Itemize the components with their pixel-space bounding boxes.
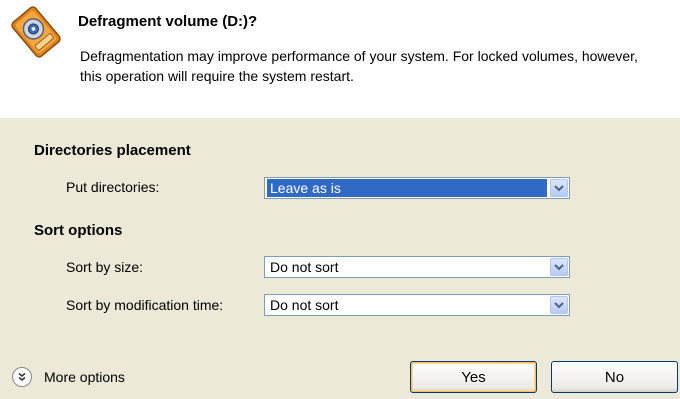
- put-directories-value: Leave as is: [267, 179, 547, 197]
- sort-by-size-value: Do not sort: [270, 259, 339, 275]
- yes-button[interactable]: Yes: [410, 361, 537, 393]
- more-options-toggle[interactable]: More options: [12, 364, 125, 390]
- sort-by-size-label: Sort by size:: [66, 259, 144, 275]
- put-directories-label: Put directories:: [66, 179, 160, 195]
- dialog-description: Defragmentation may improve performance …: [80, 48, 638, 84]
- dialog-title: Defragment volume (D:)?: [78, 13, 258, 30]
- sort-by-modification-time-label: Sort by modification time:: [66, 297, 224, 313]
- chevron-down-icon[interactable]: [550, 258, 568, 276]
- directories-placement-heading: Directories placement: [34, 142, 191, 159]
- defragment-disk-icon: [11, 6, 61, 58]
- sort-options-heading: Sort options: [34, 222, 123, 239]
- sort-by-modification-time-select[interactable]: Do not sort: [264, 294, 570, 316]
- sort-by-modification-time-value: Do not sort: [270, 297, 339, 313]
- chevron-double-down-icon[interactable]: [12, 367, 32, 387]
- chevron-down-icon[interactable]: [550, 296, 568, 314]
- put-directories-select[interactable]: Leave as is: [264, 177, 570, 199]
- chevron-down-icon[interactable]: [550, 179, 568, 197]
- no-button[interactable]: No: [551, 361, 678, 393]
- dialog-header: Defragment volume (D:)? Defragmentation …: [0, 0, 680, 118]
- more-options-label: More options: [44, 369, 125, 385]
- sort-by-size-select[interactable]: Do not sort: [264, 256, 570, 278]
